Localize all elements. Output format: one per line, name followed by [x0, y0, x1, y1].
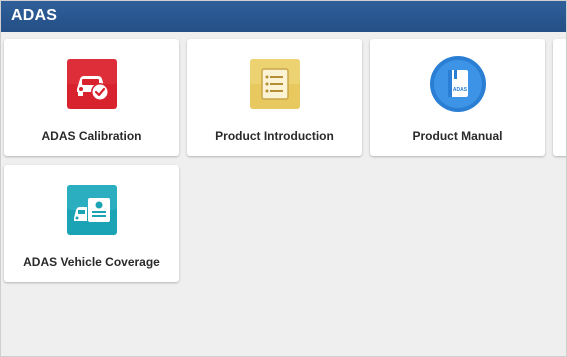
app-window: ADAS ADAS Calibration Product Introducti…: [0, 0, 567, 357]
tile-label: ADAS Vehicle Coverage: [23, 255, 160, 269]
manual-icon-text: ADAS: [452, 87, 467, 93]
tile-label: ADAS Calibration: [41, 129, 142, 143]
page-title: ADAS: [11, 7, 58, 24]
product-manual-tile[interactable]: ADAS Product Manual: [370, 39, 545, 156]
tile-label: Product Introduction: [215, 129, 334, 143]
product-introduction-tile[interactable]: Product Introduction: [187, 39, 362, 156]
adas-calibration-tile[interactable]: ADAS Calibration: [4, 39, 179, 156]
manual-book-icon: ADAS: [429, 56, 486, 112]
tile-label: Product Manual: [412, 129, 503, 143]
car-id-card-icon: [66, 185, 117, 235]
adas-vehicle-coverage-tile[interactable]: ADAS Vehicle Coverage: [4, 165, 179, 282]
list-document-icon: [249, 59, 300, 109]
car-check-icon: [66, 59, 117, 109]
title-bar: ADAS: [1, 1, 566, 32]
partial-tile[interactable]: [553, 39, 566, 156]
